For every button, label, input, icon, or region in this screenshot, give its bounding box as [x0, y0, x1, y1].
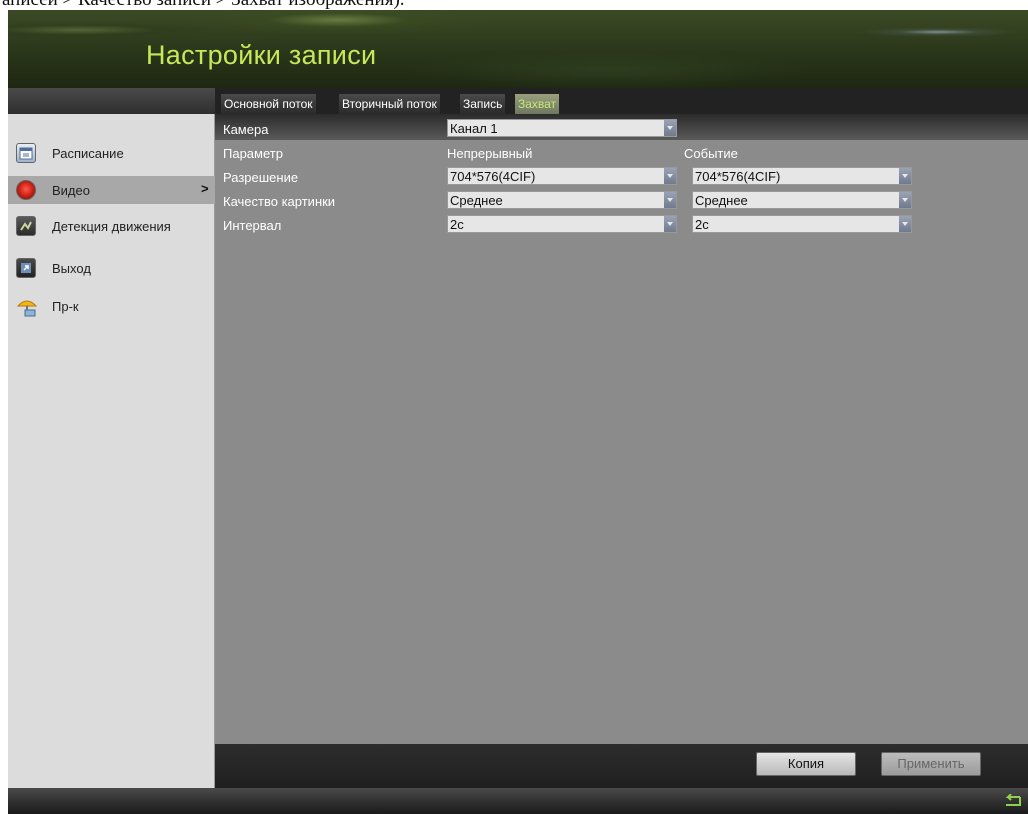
chevron-down-icon[interactable] [899, 216, 911, 232]
resolution-event-select[interactable]: 704*576(4CIF) [692, 167, 912, 185]
param-header: Параметр [223, 146, 283, 161]
continuous-header: Непрерывный [447, 146, 533, 161]
sidebar-top-bar [8, 88, 215, 114]
tab-bar: Основной поток Вторичный поток Запись За… [215, 88, 1028, 114]
chevron-down-icon[interactable] [664, 168, 676, 184]
camera-select-value: Канал 1 [450, 121, 498, 136]
sidebar-item-label: Выход [52, 261, 91, 276]
resolution-label: Разрешение [223, 170, 299, 185]
sidebar-item-label: Видео [52, 183, 90, 198]
chevron-right-icon: > [201, 181, 209, 196]
quality-label: Качество картинки [223, 194, 336, 209]
interval-label: Интервал [223, 218, 282, 233]
page-title: Настройки записи [146, 40, 377, 70]
camera-row: Камера Канал 1 [215, 114, 1028, 140]
chevron-down-icon[interactable] [664, 120, 676, 136]
copy-button[interactable]: Копия [756, 752, 856, 776]
sidebar-item-schedule[interactable]: Расписание [8, 139, 215, 167]
sidebar: Расписание Видео > Детекция движения Вых… [8, 114, 215, 788]
sidebar-item-motion[interactable]: Детекция движения [8, 212, 215, 240]
select-value: Среднее [450, 193, 503, 208]
resolution-continuous-select[interactable]: 704*576(4CIF) [447, 167, 677, 185]
chevron-down-icon[interactable] [899, 192, 911, 208]
event-header: Событие [684, 146, 738, 161]
sidebar-item-video[interactable]: Видео > [8, 176, 215, 204]
sidebar-item-label: Детекция движения [52, 219, 171, 234]
action-bar: Копия Применить [215, 744, 1028, 788]
sidebar-item-label: Расписание [52, 146, 124, 161]
header-banner: Настройки записи [8, 10, 1028, 88]
select-value: 2с [450, 217, 464, 232]
sidebar-item-label: Пр-к [52, 299, 79, 314]
main-panel: Камера Канал 1 Параметр Непрерывный Собы… [215, 114, 1028, 788]
quality-event-select[interactable]: Среднее [692, 191, 912, 209]
sidebar-item-output[interactable]: Выход [8, 254, 215, 282]
sidebar-item-exception[interactable]: Пр-к [8, 292, 215, 320]
interval-continuous-select[interactable]: 2с [447, 215, 677, 233]
camera-icon [16, 180, 36, 200]
select-value: Среднее [695, 193, 748, 208]
chevron-down-icon[interactable] [664, 216, 676, 232]
apply-button[interactable]: Применить [881, 752, 981, 776]
footer-bar [8, 788, 1028, 814]
chevron-down-icon[interactable] [899, 168, 911, 184]
umbrella-icon [16, 296, 38, 317]
output-icon [16, 258, 36, 278]
calendar-icon [16, 143, 36, 163]
select-value: 2с [695, 217, 709, 232]
tab-record[interactable]: Запись [460, 94, 506, 114]
select-value: 704*576(4CIF) [450, 169, 536, 184]
chevron-down-icon[interactable] [664, 192, 676, 208]
select-value: 704*576(4CIF) [695, 169, 781, 184]
interval-event-select[interactable]: 2с [692, 215, 912, 233]
dvr-window: Настройки записи Основной поток Вторичны… [8, 10, 1028, 814]
tab-sub-stream[interactable]: Вторичный поток [339, 94, 440, 114]
tab-capture[interactable]: Захват [515, 94, 560, 114]
quality-continuous-select[interactable]: Среднее [447, 191, 677, 209]
back-icon[interactable] [1002, 793, 1024, 808]
camera-label: Камера [223, 122, 269, 137]
motion-icon [16, 216, 36, 236]
tab-main-stream[interactable]: Основной поток [221, 94, 316, 114]
camera-select[interactable]: Канал 1 [447, 119, 677, 137]
